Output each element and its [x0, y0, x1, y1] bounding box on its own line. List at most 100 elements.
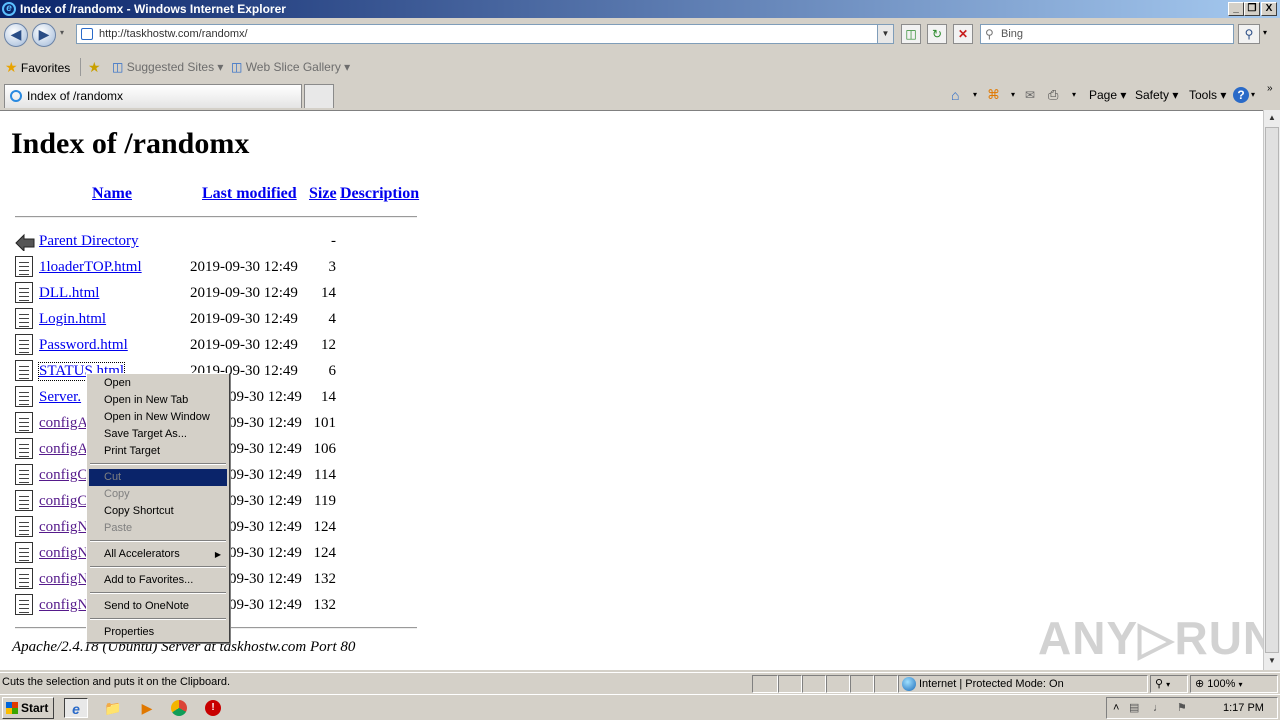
chrome-icon[interactable]: [171, 700, 187, 716]
scroll-up-arrow-icon[interactable]: ▲: [1264, 110, 1280, 126]
document-icon: [15, 256, 33, 277]
show-hidden-icons-icon[interactable]: ˄: [1113, 698, 1119, 718]
protected-mode-button[interactable]: ⚲ ▾: [1150, 675, 1188, 693]
stop-icon[interactable]: ✕: [953, 24, 973, 44]
print-dropdown-icon[interactable]: ▾: [1072, 84, 1076, 106]
favorites-button[interactable]: ★ Favorites: [5, 54, 70, 81]
search-options-dropdown-icon[interactable]: ▾: [1263, 28, 1267, 37]
suggested-sites-link[interactable]: ◫ Suggested Sites ▾: [112, 54, 223, 80]
back-button[interactable]: ◀: [4, 23, 28, 47]
window-title-bar: e Index of /randomx - Windows Internet E…: [0, 0, 1280, 18]
zoom-control[interactable]: ⊕ 100% ▾: [1190, 675, 1278, 693]
file-link[interactable]: Parent Directory: [39, 233, 139, 250]
feeds-dropdown-icon[interactable]: ▾: [1011, 84, 1015, 106]
recent-pages-dropdown-icon[interactable]: ▾: [60, 28, 64, 37]
search-button-icon[interactable]: ⚲: [1238, 24, 1260, 44]
home-icon[interactable]: ⌂: [951, 84, 959, 106]
explorer-folder-icon[interactable]: 📁: [103, 698, 123, 718]
file-date: 09-30 12:49: [229, 389, 302, 405]
volume-icon[interactable]: ♩: [1153, 698, 1164, 718]
column-header-size[interactable]: Size: [309, 185, 337, 203]
file-link[interactable]: configC: [39, 467, 87, 484]
vertical-scrollbar[interactable]: ▲ ▼: [1263, 110, 1280, 670]
menu-item-add-to-favorites[interactable]: Add to Favorites...: [89, 572, 227, 589]
menu-item-copy-shortcut[interactable]: Copy Shortcut: [89, 503, 227, 520]
security-zone[interactable]: Internet | Protected Mode: On: [898, 675, 1148, 693]
close-button[interactable]: X: [1261, 2, 1277, 16]
file-link[interactable]: 1loaderTOP.html: [39, 259, 142, 276]
address-bar[interactable]: http://taskhostw.com/randomx/ ▼: [76, 24, 894, 44]
menu-item-paste[interactable]: Paste: [89, 520, 227, 537]
new-tab-button[interactable]: [304, 84, 334, 108]
compatibility-view-icon[interactable]: ◫: [901, 24, 921, 44]
column-header-last-modified[interactable]: Last modified: [202, 185, 297, 203]
file-link[interactable]: configA: [39, 415, 88, 432]
table-row: Password.html 2019-09-30 12:49 12: [0, 333, 420, 359]
start-button[interactable]: Start: [2, 697, 54, 719]
menu-item-print-target[interactable]: Print Target: [89, 443, 227, 460]
file-link[interactable]: Login.html: [39, 311, 106, 328]
menu-item-all-accelerators[interactable]: All Accelerators ▶: [89, 546, 227, 563]
menu-item-copy[interactable]: Copy: [89, 486, 227, 503]
column-header-name[interactable]: Name: [92, 185, 132, 203]
network-icon[interactable]: ▤: [1129, 698, 1139, 718]
safety-menu[interactable]: Safety ▾: [1135, 84, 1178, 106]
clock[interactable]: 1:17 PM: [1223, 698, 1264, 718]
add-favorite-icon[interactable]: ★: [88, 54, 101, 80]
anyrun-watermark: ANY▷RUN: [1038, 612, 1278, 664]
file-link[interactable]: DLL.html: [39, 285, 99, 302]
help-dropdown-icon[interactable]: ▾: [1251, 84, 1255, 106]
ie-tab-icon: [10, 90, 22, 102]
ie-taskbar-icon[interactable]: e: [64, 698, 88, 718]
feeds-icon[interactable]: ⌘: [987, 84, 1000, 106]
scroll-down-arrow-icon[interactable]: ▼: [1264, 653, 1280, 669]
file-date: 09-30 12:49: [229, 415, 302, 431]
security-app-icon[interactable]: !: [205, 700, 221, 716]
file-link[interactable]: configN: [39, 571, 88, 588]
search-input[interactable]: ⚲ Bing: [980, 24, 1234, 44]
tools-menu[interactable]: Tools ▾: [1189, 84, 1226, 106]
refresh-icon[interactable]: ↻: [927, 24, 947, 44]
column-header-description[interactable]: Description: [340, 185, 419, 203]
print-icon[interactable]: ⎙: [1048, 84, 1058, 106]
web-slice-gallery-label: Web Slice Gallery ▾: [245, 60, 351, 74]
home-dropdown-icon[interactable]: ▾: [973, 84, 977, 106]
address-dropdown-icon[interactable]: ▼: [877, 25, 893, 43]
file-date: 09-30 12:49: [229, 467, 302, 483]
menu-item-open[interactable]: Open: [89, 375, 227, 392]
page-menu[interactable]: Page ▾: [1089, 84, 1126, 106]
file-size: 6: [328, 363, 337, 379]
minimize-button[interactable]: _: [1228, 2, 1244, 16]
file-link[interactable]: Server.: [39, 389, 81, 406]
read-mail-icon[interactable]: ✉: [1025, 84, 1035, 106]
table-row: DLL.html 2019-09-30 12:49 14: [0, 281, 420, 307]
file-link[interactable]: Password.html: [39, 337, 128, 354]
windows-logo-icon: [6, 702, 18, 714]
menu-item-save-target[interactable]: Save Target As...: [89, 426, 227, 443]
file-size: 4: [328, 311, 337, 327]
file-date: 09-30 12:49: [229, 571, 302, 587]
restore-button[interactable]: ❐: [1244, 2, 1260, 16]
file-link[interactable]: configN: [39, 597, 88, 614]
menu-item-cut[interactable]: Cut: [89, 469, 227, 486]
menu-item-open-new-tab[interactable]: Open in New Tab: [89, 392, 227, 409]
file-link[interactable]: configN: [39, 519, 88, 536]
status-panel: [850, 675, 874, 693]
file-link[interactable]: configA: [39, 441, 88, 458]
more-commands-icon[interactable]: »: [1267, 78, 1273, 100]
menu-item-open-new-window[interactable]: Open in New Window: [89, 409, 227, 426]
menu-separator: [90, 540, 226, 542]
document-icon: [15, 334, 33, 355]
menu-item-properties[interactable]: Properties: [89, 624, 227, 641]
media-player-icon[interactable]: ▶: [137, 698, 157, 718]
menu-item-send-to-onenote[interactable]: Send to OneNote: [89, 598, 227, 615]
tab-index-of-randomx[interactable]: Index of /randomx: [4, 84, 302, 108]
action-center-flag-icon[interactable]: ⚑: [1177, 698, 1187, 718]
file-link[interactable]: configN: [39, 545, 88, 562]
scroll-thumb[interactable]: [1265, 127, 1279, 653]
dropdown-icon: ▾: [1238, 680, 1243, 689]
file-link[interactable]: configC: [39, 493, 87, 510]
web-slice-gallery-link[interactable]: ◫ Web Slice Gallery ▾: [231, 54, 350, 80]
forward-button[interactable]: ▶: [32, 23, 56, 47]
help-icon[interactable]: ?: [1233, 87, 1249, 103]
